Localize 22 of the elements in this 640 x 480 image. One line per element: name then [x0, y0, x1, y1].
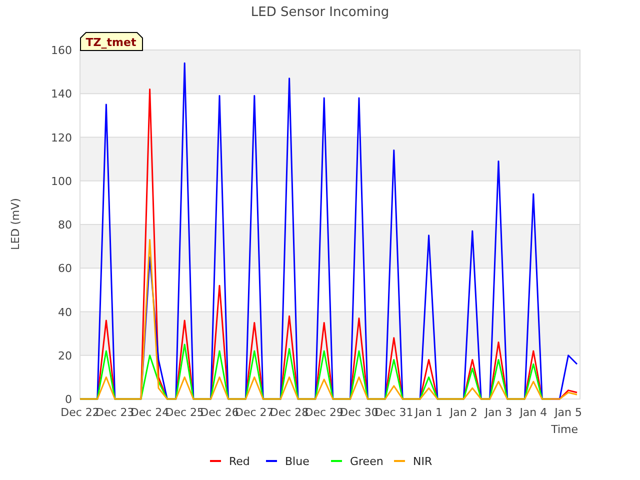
y-tick-label: 20 [58, 349, 72, 362]
y-tick-label: 120 [51, 131, 72, 144]
y-tick-label: 140 [51, 88, 72, 101]
chart-title: LED Sensor Incoming [250, 5, 390, 20]
y-tick-label: 100 [51, 174, 72, 188]
x-tick-label: Jan 2 [450, 406, 478, 419]
y-tick-label: 60 [58, 262, 72, 276]
y-axis-label: LED (mV) [9, 198, 22, 250]
x-tick-label: Jan 3 [484, 406, 512, 419]
x-tick-label: Jan 4 [520, 406, 548, 419]
x-tick-label: Jan 5 [554, 406, 582, 419]
legend-label: Red [229, 455, 250, 468]
legend-label: Green [350, 455, 384, 468]
x-tick-label: Jan 1 [415, 406, 442, 419]
y-tick-label: 80 [58, 218, 72, 232]
x-axis-label: Time [551, 423, 578, 436]
legend-label: NIR [413, 455, 432, 468]
chart-badge: TZ_tmet [80, 32, 143, 51]
y-tick-label: 40 [58, 306, 72, 319]
y-tick-label: 160 [51, 44, 72, 57]
y-tick-label: 0 [65, 393, 72, 406]
legend-label: Blue [285, 455, 310, 468]
